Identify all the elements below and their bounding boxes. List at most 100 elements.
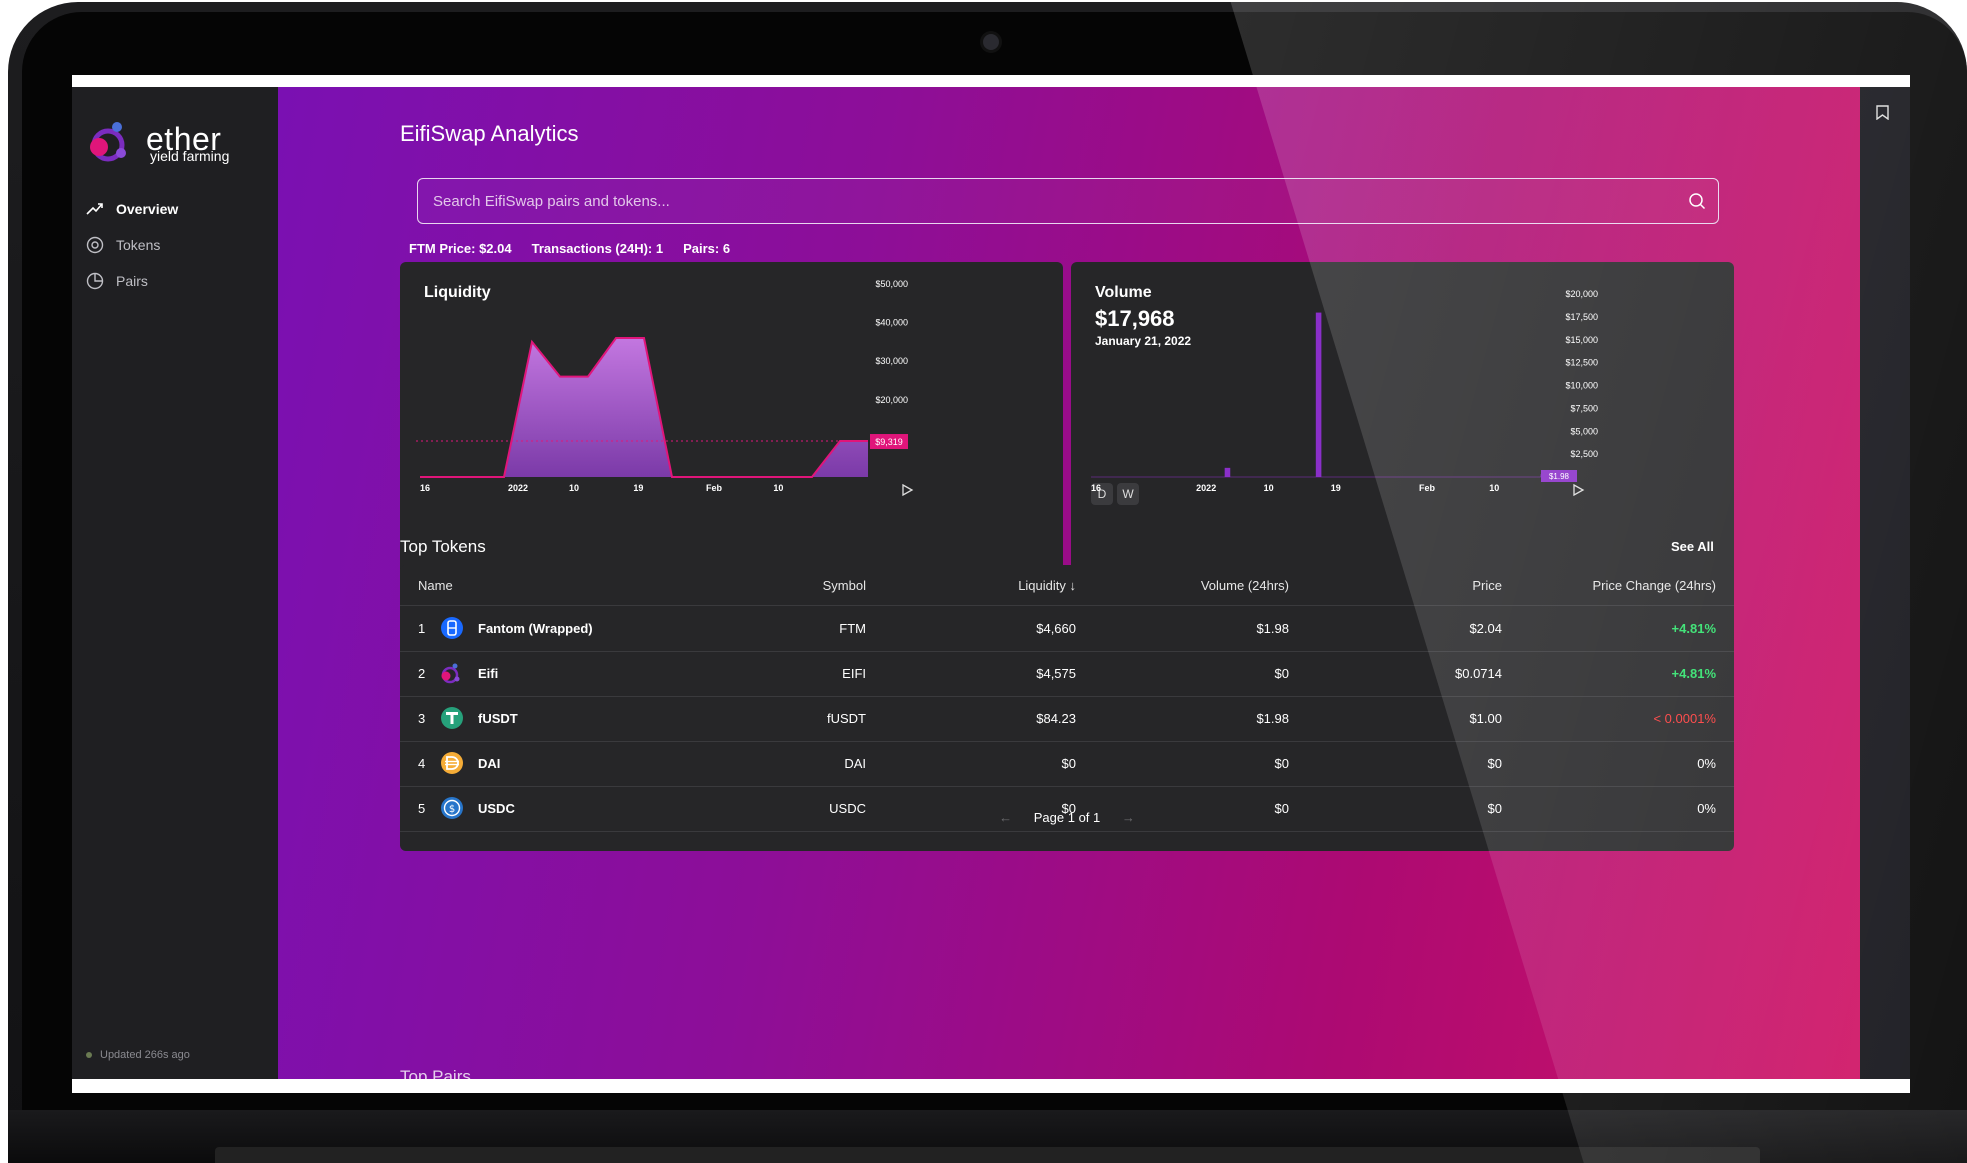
row-rank: 2	[418, 666, 426, 681]
next-page-button[interactable]: →	[1122, 810, 1135, 825]
update-status: Updated 266s ago	[86, 1049, 190, 1061]
col-price[interactable]: Price	[1472, 578, 1502, 593]
top-tokens-table: Name Symbol Liquidity ↓ Volume (24hrs) P…	[400, 565, 1734, 851]
page-indicator: Page 1 of 1	[1033, 810, 1101, 825]
top-pairs-title: Top Pairs	[400, 1067, 471, 1079]
token-liquidity: $4,575	[1036, 666, 1076, 681]
token-price-change: +4.81%	[1671, 666, 1716, 681]
sidebar-nav: Overview Tokens Pairs	[86, 191, 178, 299]
main-content: EifiSwap Analytics FTM Price: $2.04 Tran…	[278, 87, 1860, 1079]
token-volume: $0	[1274, 756, 1289, 771]
pairs-count: Pairs: 6	[683, 241, 731, 256]
y-tick-label: $10,000	[1565, 381, 1598, 391]
search-icon[interactable]	[1688, 192, 1706, 210]
volume-chart[interactable]: $20,000 $17,500 $15,000 $12,500 $10,000 $7,50…	[1071, 262, 1734, 576]
sidebar: ether yield farming Overview Tokens Pair…	[72, 87, 278, 1079]
col-volume[interactable]: Volume (24hrs)	[1201, 578, 1289, 593]
col-liquidity[interactable]: Liquidity ↓	[1018, 578, 1076, 593]
token-name[interactable]: DAI	[478, 756, 500, 771]
table-row[interactable]: 5 $ USDC USDC $0 $0 $0 0%	[400, 786, 1734, 832]
token-price: $2.04	[1469, 621, 1502, 636]
table-row[interactable]: 4 DAI DAI $0 $0 $0 0%	[400, 741, 1734, 787]
token-price-change: +4.81%	[1671, 621, 1716, 636]
token-volume: $1.98	[1256, 621, 1289, 636]
y-tick-label: $20,000	[875, 395, 908, 405]
liquidity-area	[420, 338, 868, 477]
token-volume: $0	[1274, 666, 1289, 681]
token-price: $0.0714	[1455, 666, 1502, 681]
y-tick-label: $50,000	[875, 279, 908, 289]
tether-icon	[441, 707, 463, 729]
brand-logo[interactable]: ether yield farming	[88, 117, 258, 167]
table-row[interactable]: 1 Fantom (Wrapped) FTM $4,660 $1.98 $2.0…	[400, 606, 1734, 652]
token-price: $1.00	[1469, 711, 1502, 726]
sidebar-item-pairs[interactable]: Pairs	[86, 263, 178, 299]
trend-icon	[86, 203, 103, 215]
sidebar-item-tokens[interactable]: Tokens	[86, 227, 178, 263]
pie-icon	[86, 272, 104, 290]
logo-mark-icon	[90, 122, 126, 162]
table-header: Name Symbol Liquidity ↓ Volume (24hrs) P…	[400, 565, 1734, 606]
volume-card: Volume $17,968 January 21, 2022 D W $20,…	[1071, 262, 1734, 576]
volume-bar	[1315, 312, 1322, 477]
sidebar-item-label: Overview	[116, 201, 179, 217]
volume-bar	[1224, 467, 1231, 477]
play-icon	[1573, 483, 1585, 497]
col-symbol[interactable]: Symbol	[823, 578, 866, 593]
stats-bar: FTM Price: $2.04 Transactions (24H): 1 P…	[409, 241, 730, 256]
y-tick-label: $2,500	[1570, 449, 1598, 459]
eifi-icon	[441, 663, 460, 684]
token-symbol: DAI	[844, 756, 866, 771]
token-price-change: 0%	[1697, 756, 1716, 771]
y-tick-label: $30,000	[875, 356, 908, 366]
search-box	[417, 178, 1719, 224]
token-volume: $1.98	[1256, 711, 1289, 726]
pagination: ← Page 1 of 1 →	[400, 810, 1734, 825]
liquidity-card: Liquidity $9,319 $50,000 $40,000 $30,000 $20…	[400, 262, 1063, 576]
see-all-link[interactable]: See All	[1671, 539, 1714, 554]
token-liquidity: $4,660	[1036, 621, 1076, 636]
table-row[interactable]: 2 Eifi EIFI $4,575 $0 $0.0714 +4.81%	[400, 651, 1734, 697]
fantom-icon	[441, 617, 463, 639]
webcam	[983, 34, 999, 50]
x-tick-label: Feb	[1419, 483, 1436, 493]
token-name[interactable]: Eifi	[478, 666, 498, 681]
ftm-price: FTM Price: $2.04	[409, 241, 512, 256]
bookmark-icon[interactable]	[1876, 105, 1889, 120]
x-tick-label: 10	[569, 483, 579, 493]
token-name[interactable]: Fantom (Wrapped)	[478, 621, 593, 636]
x-tick-label: 2022	[1196, 483, 1216, 493]
y-tick-label: $7,500	[1570, 403, 1598, 413]
token-liquidity: $84.23	[1036, 711, 1076, 726]
x-tick-label: 2022	[508, 483, 528, 493]
update-status-text: Updated 266s ago	[100, 1049, 190, 1061]
laptop-base-notch	[215, 1147, 1760, 1163]
dai-icon	[441, 752, 463, 774]
sidebar-item-label: Tokens	[116, 237, 161, 253]
col-name[interactable]: Name	[418, 578, 453, 593]
y-tick-label: $40,000	[875, 318, 908, 328]
search-input[interactable]	[418, 179, 1688, 223]
x-tick-label: 10	[773, 483, 783, 493]
y-tick-label: $12,500	[1565, 358, 1598, 368]
current-value-label: $9,319	[875, 437, 903, 447]
row-rank: 4	[418, 756, 426, 771]
row-rank: 1	[418, 621, 426, 636]
table-row[interactable]: 3 fUSDT fUSDT $84.23 $1.98 $1.00 < 0.000…	[400, 696, 1734, 742]
token-name[interactable]: fUSDT	[478, 711, 518, 726]
page-title: EifiSwap Analytics	[400, 121, 579, 146]
col-price-change[interactable]: Price Change (24hrs)	[1592, 578, 1716, 593]
token-symbol: FTM	[839, 621, 866, 636]
token-symbol: EIFI	[842, 666, 866, 681]
top-tokens-title: Top Tokens	[400, 537, 486, 556]
x-tick-label: 16	[1091, 483, 1101, 493]
liquidity-chart[interactable]: $9,319 $50,000 $40,000 $30,000 $20,000 16 2022…	[400, 262, 1063, 576]
prev-page-button[interactable]: ←	[999, 810, 1012, 825]
x-tick-label: 16	[420, 483, 430, 493]
sidebar-item-overview[interactable]: Overview	[86, 191, 178, 227]
x-tick-label: 19	[1331, 483, 1341, 493]
status-dot-icon	[86, 1052, 92, 1058]
token-price: $0	[1487, 756, 1502, 771]
right-rail	[1860, 87, 1910, 1079]
row-rank: 3	[418, 711, 426, 726]
